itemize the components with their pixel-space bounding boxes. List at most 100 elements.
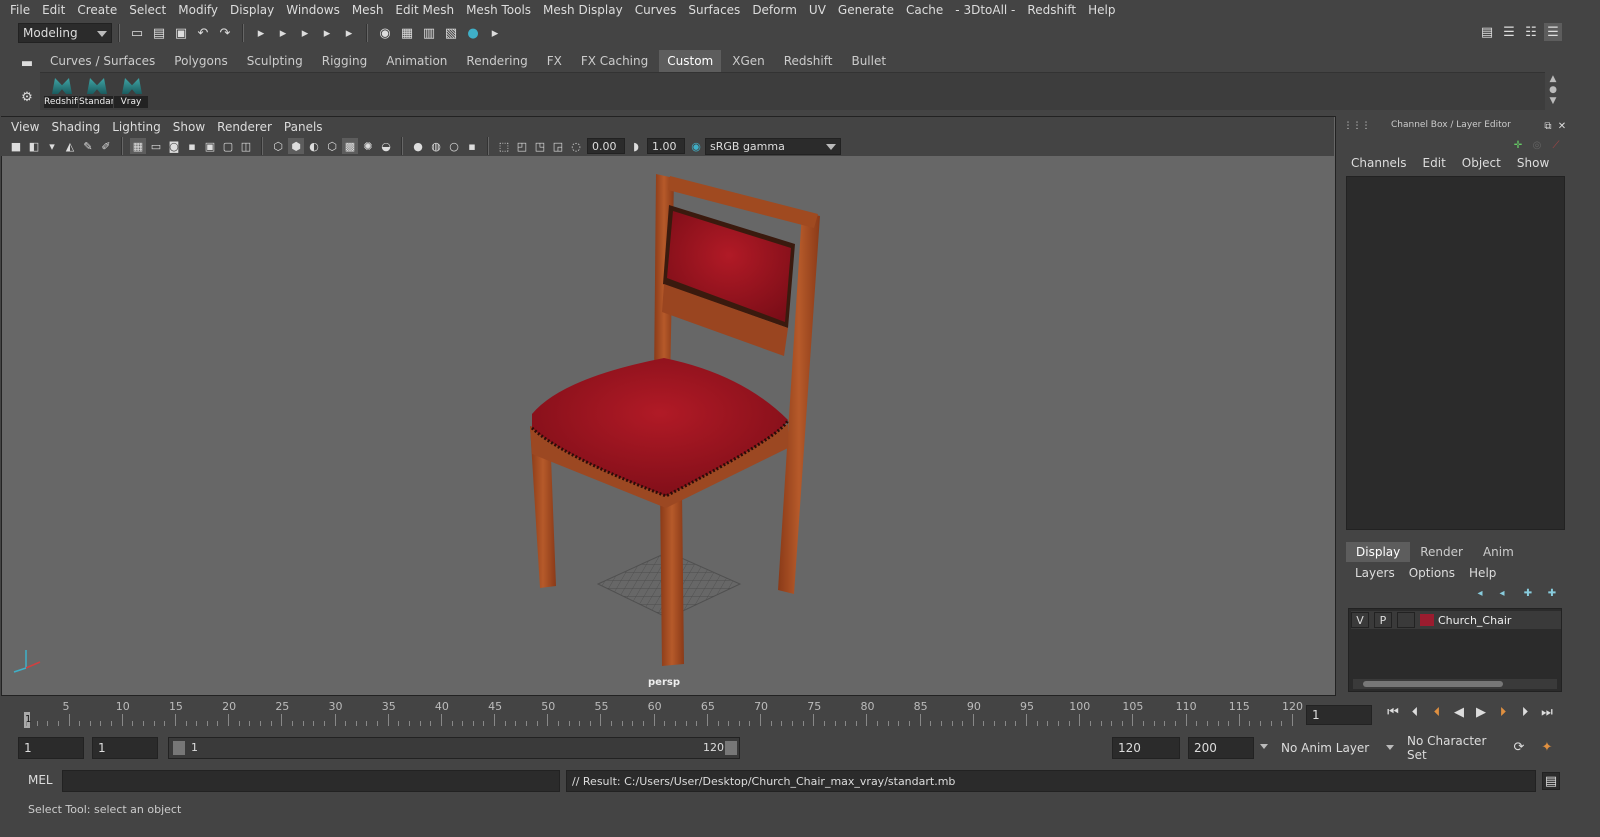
textured-icon[interactable]: ▩ [342,138,358,154]
wireframe-on-shaded-icon[interactable]: ⬡ [324,138,340,154]
move-layer-up-icon[interactable]: ◂ [1471,584,1489,602]
range-slider-start-handle[interactable] [173,741,185,755]
exposure-field[interactable]: 0.00 [587,138,625,154]
layer-menu-options[interactable]: Options [1402,566,1462,580]
layer-visibility-toggle[interactable]: V [1351,612,1369,628]
step-back-key-icon[interactable]: ⏴ [1428,703,1446,721]
menu-mesh[interactable]: Mesh [346,0,390,20]
shelf-tab-bullet[interactable]: Bullet [843,50,894,72]
film-gate-icon[interactable]: ▭ [148,138,164,154]
new-scene-icon[interactable]: ▭ [128,24,146,42]
anim-layer-dropdown[interactable]: No Anim Layer [1276,737,1398,759]
safe-action-icon[interactable]: ▢ [220,138,236,154]
shelf-tab-rendering[interactable]: Rendering [458,50,535,72]
open-scene-icon[interactable]: ▤ [150,24,168,42]
playback-end-field[interactable]: 120 [1112,737,1180,759]
new-layer-selected-icon[interactable]: ✚ [1543,584,1561,602]
motion-blur-icon[interactable]: ◍ [428,138,444,154]
grease-pencil-icon[interactable]: ✎ [80,138,96,154]
auto-key-icon[interactable]: ⟳ [1510,738,1528,756]
collapse-handle-icon[interactable]: ▸ [340,24,358,42]
manipulator-icon[interactable]: ✛ [1509,136,1527,154]
channel-menu-show[interactable]: Show [1509,156,1557,170]
current-frame-field[interactable]: 1 [1306,705,1372,725]
modeling-toolkit-icon[interactable]: ▤ [1478,23,1496,41]
shadows-icon[interactable]: ◒ [378,138,394,154]
3d-viewport[interactable] [2,156,1335,694]
start-time-field[interactable]: 1 [18,737,84,759]
move-layer-down-icon[interactable]: ◂ [1493,584,1511,602]
menu-modify[interactable]: Modify [172,0,224,20]
layer-menu-layers[interactable]: Layers [1348,566,1402,580]
script-editor-icon[interactable]: ▤ [1542,772,1560,790]
anti-aliasing-icon[interactable]: ○ [446,138,462,154]
command-input[interactable] [62,770,560,792]
layer-tab-anim[interactable]: Anim [1473,542,1524,562]
menu-edit[interactable]: Edit [36,0,71,20]
close-icon[interactable]: ✕ [1553,117,1571,135]
smooth-shade-icon[interactable]: ⬢ [288,138,304,154]
step-forward-frame-icon[interactable]: ⏵ [1516,703,1534,721]
viewport-menu-view[interactable]: View [5,120,45,134]
channel-box-list[interactable] [1346,176,1565,530]
save-scene-icon[interactable]: ▣ [172,24,190,42]
time-slider[interactable]: 1 5 10 15 20 25 30 35 40 45 50 55 60 65 70 75 80 85 90 95 1… [20,698,1303,730]
shelf-button-vray[interactable]: Vray [114,76,148,110]
shelf-tab-xgen[interactable]: XGen [724,50,773,72]
collapse-handle-icon[interactable]: ▸ [486,24,504,42]
collapse-handle-icon[interactable]: ▸ [274,24,292,42]
drag-handle-icon[interactable]: ⋮⋮⋮ [1344,117,1371,135]
shelf-tab-polygons[interactable]: Polygons [166,50,235,72]
menu-redshift[interactable]: Redshift [1021,0,1082,20]
go-to-start-icon[interactable]: ⏮ [1384,703,1402,721]
shelf-tab-rigging[interactable]: Rigging [314,50,375,72]
speed-icon[interactable]: ◎ [1528,136,1546,154]
channel-menu-object[interactable]: Object [1454,156,1509,170]
viewport-menu-panels[interactable]: Panels [278,120,329,134]
menu-generate[interactable]: Generate [832,0,900,20]
range-slider-end-handle[interactable] [725,741,737,755]
step-forward-key-icon[interactable]: ⏵ [1494,703,1512,721]
viewport-menu-shading[interactable]: Shading [45,120,106,134]
animation-preferences-icon[interactable]: ✦ [1538,738,1556,756]
ipr-render-icon[interactable]: ▥ [420,24,438,42]
render-view-icon[interactable]: ◉ [376,24,394,42]
use-default-material-icon[interactable]: ◐ [306,138,322,154]
channel-box-icon[interactable]: ☰ [1544,23,1562,41]
layer-list-scrollbar[interactable] [1353,679,1557,689]
range-slider[interactable]: 1 120 [168,737,740,759]
menu-curves[interactable]: Curves [629,0,683,20]
image-plane-icon[interactable]: ◭ [62,138,78,154]
screen-space-ao-icon[interactable]: ● [410,138,426,154]
collapse-handle-icon[interactable]: ▸ [252,24,270,42]
layer-row[interactable]: V P Church_Chair [1351,611,1561,629]
xray-joints-icon[interactable]: ◳ [532,138,548,154]
2d-pan-zoom-icon[interactable]: ✐ [98,138,114,154]
undo-icon[interactable]: ↶ [194,24,212,42]
character-set-dropdown[interactable]: No Character Set [1402,734,1506,762]
use-all-lights-icon[interactable]: ✺ [360,138,376,154]
new-layer-icon[interactable]: ✚ [1519,584,1537,602]
menu-mesh-display[interactable]: Mesh Display [537,0,629,20]
field-chart-icon[interactable]: ▣ [202,138,218,154]
camera-icon[interactable]: ■ [8,138,24,154]
viewport-menu-lighting[interactable]: Lighting [106,120,167,134]
isolate-select-icon[interactable]: ⬚ [496,138,512,154]
shelf-tab-redshift[interactable]: Redshift [776,50,841,72]
command-language-toggle[interactable]: MEL [28,773,53,787]
menu-edit-mesh[interactable]: Edit Mesh [389,0,460,20]
menu-create[interactable]: Create [71,0,123,20]
playback-start-field[interactable]: 1 [92,737,158,759]
color-management-icon[interactable]: ◉ [688,138,704,154]
end-time-field[interactable]: 200 [1188,737,1254,759]
shelf-tab-custom[interactable]: Custom [659,50,722,72]
layer-playback-toggle[interactable]: P [1374,612,1392,628]
shelf-menu-icon[interactable]: ▬ [18,54,36,72]
go-to-end-icon[interactable]: ⏭ [1538,703,1556,721]
shelf-tab-animation[interactable]: Animation [378,50,455,72]
hypershade-icon[interactable]: ● [464,24,482,42]
bookmark-icon[interactable]: ▾ [44,138,60,154]
attribute-editor-icon[interactable]: ☰ [1500,23,1518,41]
gear-icon[interactable]: ⚙ [18,88,36,106]
layer-tab-render[interactable]: Render [1410,542,1473,562]
